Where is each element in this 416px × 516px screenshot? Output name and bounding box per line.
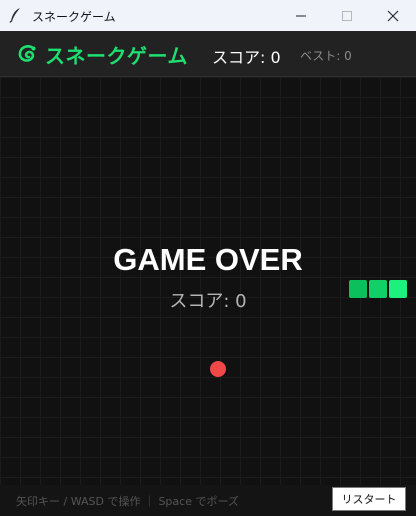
game-footer: 矢印キー / WASD で操作 ｜ Space でポーズ リスタート	[0, 485, 416, 516]
minimize-icon	[296, 15, 306, 16]
game-over-title: GAME OVER	[113, 242, 303, 277]
game-title: スネークゲーム	[45, 44, 188, 68]
game-board[interactable]: GAME OVER スコア: 0	[0, 77, 416, 485]
final-score-label: スコア: 0	[169, 291, 247, 312]
window-title: スネークゲーム	[32, 10, 116, 24]
close-button[interactable]	[370, 0, 416, 31]
maximize-button[interactable]	[324, 0, 370, 31]
snake-icon	[18, 45, 36, 62]
food-pellet	[210, 361, 226, 377]
window-titlebar: スネークゲーム	[0, 0, 416, 31]
best-score-label: ベスト: 0	[300, 49, 352, 63]
close-icon	[387, 10, 399, 21]
restart-button[interactable]: リスタート	[332, 487, 406, 511]
score-label: スコア: 0	[212, 48, 281, 67]
maximize-icon	[342, 10, 352, 21]
minimize-button[interactable]	[278, 0, 324, 31]
feather-icon	[9, 8, 20, 23]
controls-help-text: 矢印キー / WASD で操作 ｜ Space でポーズ	[16, 495, 239, 508]
game-header: スネークゲーム スコア: 0 ベスト: 0	[0, 31, 416, 77]
